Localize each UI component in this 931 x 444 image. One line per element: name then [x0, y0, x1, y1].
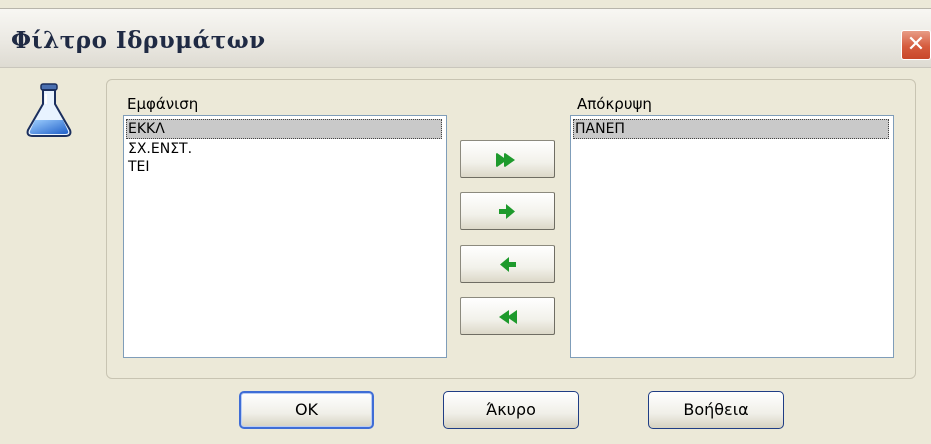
show-listbox[interactable]: ΕΚΚΛ ΣΧ.ΕΝΣΤ. ΤΕΙ — [123, 115, 447, 358]
close-button[interactable]: ✕ — [901, 30, 931, 60]
flask-icon — [26, 83, 72, 137]
ok-button[interactable]: OK — [239, 391, 374, 429]
double-arrow-right-icon — [496, 153, 515, 167]
move-all-right-button[interactable] — [460, 140, 555, 178]
list-item[interactable]: ΕΚΚΛ — [126, 119, 442, 139]
window-title: Φίλτρο Ιδρυμάτων — [11, 27, 266, 54]
arrow-left-icon — [500, 257, 516, 272]
show-list-label: Εμφάνιση — [127, 95, 199, 113]
move-all-left-button[interactable] — [460, 297, 555, 335]
move-left-button[interactable] — [460, 245, 555, 283]
arrow-right-icon — [499, 204, 515, 219]
hide-list-label: Απόκρυψη — [577, 95, 652, 113]
list-item[interactable]: ΤΕΙ — [126, 157, 444, 177]
list-item[interactable]: ΣΧ.ΕΝΣΤ. — [126, 139, 444, 159]
dialog-window: Φίλτρο Ιδρυμάτων ✕ Εμφάνιση ΕΚΚΛ ΣΧ.ΕΝΣΤ… — [0, 0, 931, 444]
help-button[interactable]: Βοήθεια — [648, 391, 784, 429]
hide-listbox[interactable]: ΠΑΝΕΠ — [570, 115, 894, 358]
move-right-button[interactable] — [460, 192, 555, 230]
title-bar[interactable]: Φίλτρο Ιδρυμάτων ✕ — [0, 8, 931, 68]
list-item[interactable]: ΠΑΝΕΠ — [573, 119, 889, 139]
cancel-button[interactable]: Άκυρο — [443, 391, 579, 429]
double-arrow-left-icon — [499, 310, 517, 324]
